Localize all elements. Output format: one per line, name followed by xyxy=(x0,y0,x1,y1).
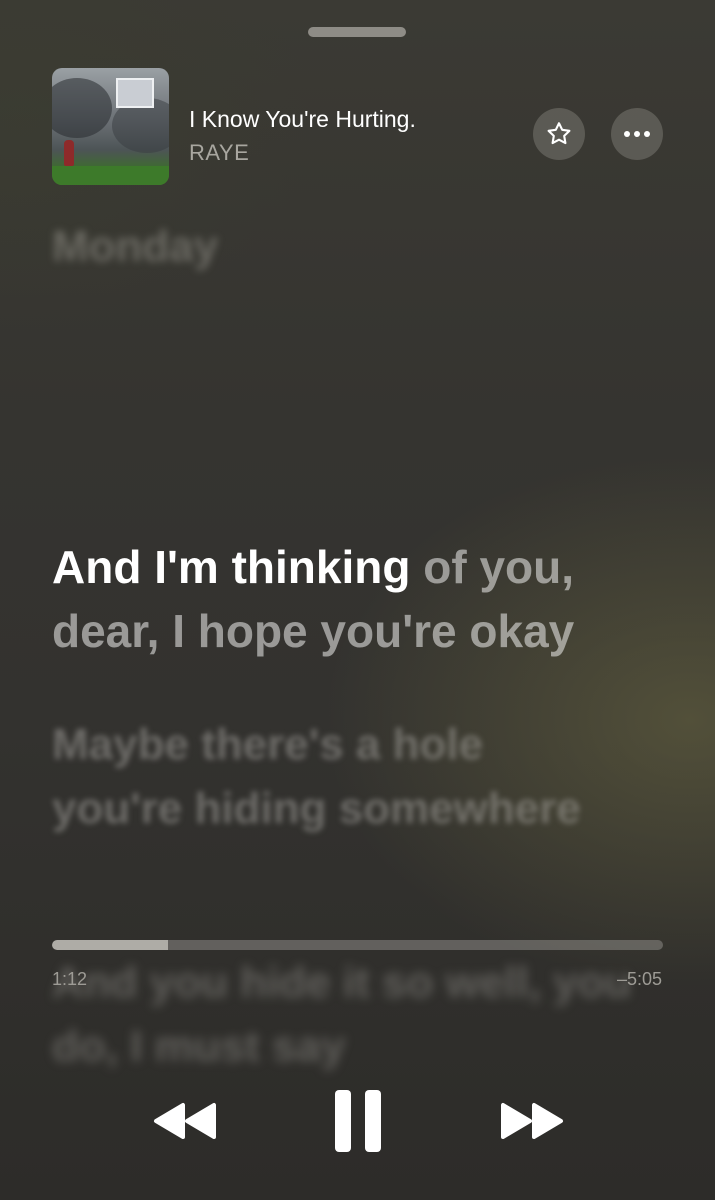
forward-icon xyxy=(501,1103,563,1139)
now-playing-header: I Know You're Hurting. RAYE xyxy=(52,68,664,190)
sheet-grabber[interactable] xyxy=(308,27,406,37)
pause-button[interactable] xyxy=(330,1088,386,1154)
forward-button[interactable] xyxy=(497,1098,567,1144)
lyric-line-next[interactable]: Maybe there's a hole you're hiding somew… xyxy=(52,713,612,841)
artist-name[interactable]: RAYE xyxy=(189,140,249,166)
favorite-button[interactable] xyxy=(533,108,585,160)
lyric-line-previous[interactable]: Monday xyxy=(52,215,218,279)
playback-progress-fill xyxy=(52,940,169,950)
playback-scrubber[interactable] xyxy=(52,940,663,950)
elapsed-time: 1:12 xyxy=(52,969,88,989)
pause-icon xyxy=(335,1090,381,1152)
lyric-line-following[interactable]: And you hide it so well, you do, I must … xyxy=(52,951,652,1079)
rewind-button[interactable] xyxy=(150,1098,220,1144)
remaining-time: –5:05 xyxy=(616,969,662,989)
track-title[interactable]: I Know You're Hurting. xyxy=(189,106,416,133)
more-button[interactable] xyxy=(611,108,663,160)
lyric-sung-portion: And I'm thinking xyxy=(52,541,411,593)
star-icon xyxy=(547,122,571,145)
backward-icon xyxy=(154,1103,216,1139)
album-artwork[interactable] xyxy=(52,68,169,185)
ellipsis-icon xyxy=(624,131,650,137)
lyric-line-current[interactable]: And I'm thinking of you, dear, I hope yo… xyxy=(52,535,672,663)
